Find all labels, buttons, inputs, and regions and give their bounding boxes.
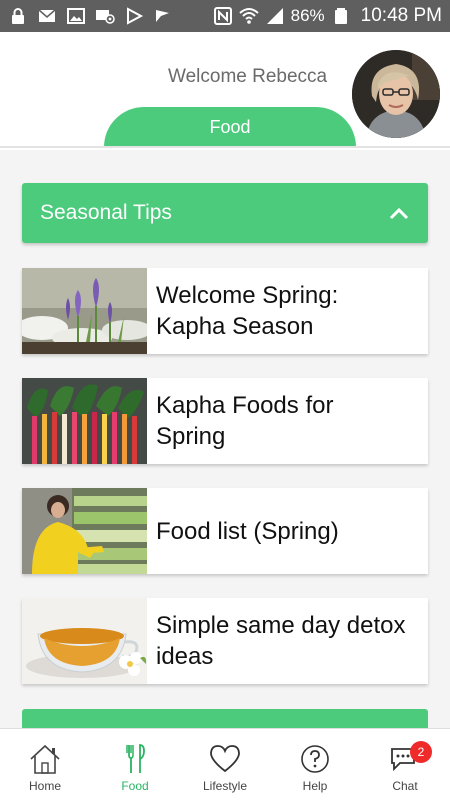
tea-cup-image xyxy=(22,598,147,684)
battery-icon xyxy=(331,7,351,25)
battery-percentage: 86% xyxy=(290,6,325,25)
nav-home[interactable]: Home xyxy=(0,729,90,800)
fork-knife-icon xyxy=(126,744,145,773)
nav-chat[interactable]: 2 Chat xyxy=(360,729,450,800)
crocus-flowers-image xyxy=(22,268,147,354)
welcome-message: Welcome Rebecca xyxy=(168,66,328,87)
image-icon xyxy=(66,7,86,25)
clock: 10:48 PM xyxy=(360,5,442,26)
checkmark-flag-icon xyxy=(153,7,173,25)
nav-help[interactable]: Help xyxy=(270,729,360,800)
tip-card-title: Simple same day detox ideas xyxy=(156,612,406,670)
seasonal-tips-header[interactable]: Seasonal Tips xyxy=(22,183,428,243)
nav-food-label: Food xyxy=(121,779,149,793)
content-area[interactable]: Seasonal Tips Welcome Spring: Kapha Seas… xyxy=(0,150,450,728)
tip-card-welcome-spring[interactable]: Welcome Spring: Kapha Season xyxy=(22,268,428,354)
section-title: Seasonal Tips xyxy=(40,201,172,224)
bottom-nav: Home Food Lifestyle Help 2 Chat xyxy=(0,728,450,800)
nfc-icon xyxy=(213,7,233,25)
play-store-icon xyxy=(124,7,144,25)
home-icon xyxy=(30,744,60,774)
next-section-header[interactable] xyxy=(22,709,428,728)
status-bar: 86% 10:48 PM xyxy=(0,0,450,32)
tip-card-detox-ideas[interactable]: Simple same day detox ideas xyxy=(22,598,428,684)
header-divider xyxy=(0,146,450,148)
nav-food[interactable]: Food xyxy=(90,729,180,800)
tab-food-label: Food xyxy=(209,116,251,137)
nav-lifestyle-label: Lifestyle xyxy=(202,779,248,793)
help-icon xyxy=(301,745,329,773)
chevron-up-icon[interactable] xyxy=(388,205,410,221)
wifi-icon xyxy=(238,7,259,25)
tab-food[interactable]: Food xyxy=(104,107,356,147)
nav-lifestyle[interactable]: Lifestyle xyxy=(180,729,270,800)
tip-card-title: Welcome Spring: Kapha Season xyxy=(156,282,339,340)
heart-icon xyxy=(210,745,240,773)
grocery-shopper-image xyxy=(22,488,147,574)
mail-icon xyxy=(37,7,57,25)
tip-card-title: Food list (Spring) xyxy=(156,517,339,545)
lock-icon xyxy=(8,7,28,25)
tip-card-title: Kapha Foods for Spring xyxy=(156,392,334,450)
app-header: Welcome Rebecca Food xyxy=(0,32,450,150)
chat-badge: 2 xyxy=(410,741,432,763)
email-at-icon xyxy=(95,7,115,25)
tip-card-kapha-foods[interactable]: Kapha Foods for Spring xyxy=(22,378,428,464)
tip-card-food-list[interactable]: Food list (Spring) xyxy=(22,488,428,574)
avatar[interactable] xyxy=(352,50,440,138)
nav-help-label: Help xyxy=(302,779,328,793)
nav-chat-label: Chat xyxy=(392,779,418,793)
signal-icon xyxy=(265,7,285,25)
rainbow-chard-image xyxy=(22,378,147,464)
nav-home-label: Home xyxy=(28,779,61,793)
